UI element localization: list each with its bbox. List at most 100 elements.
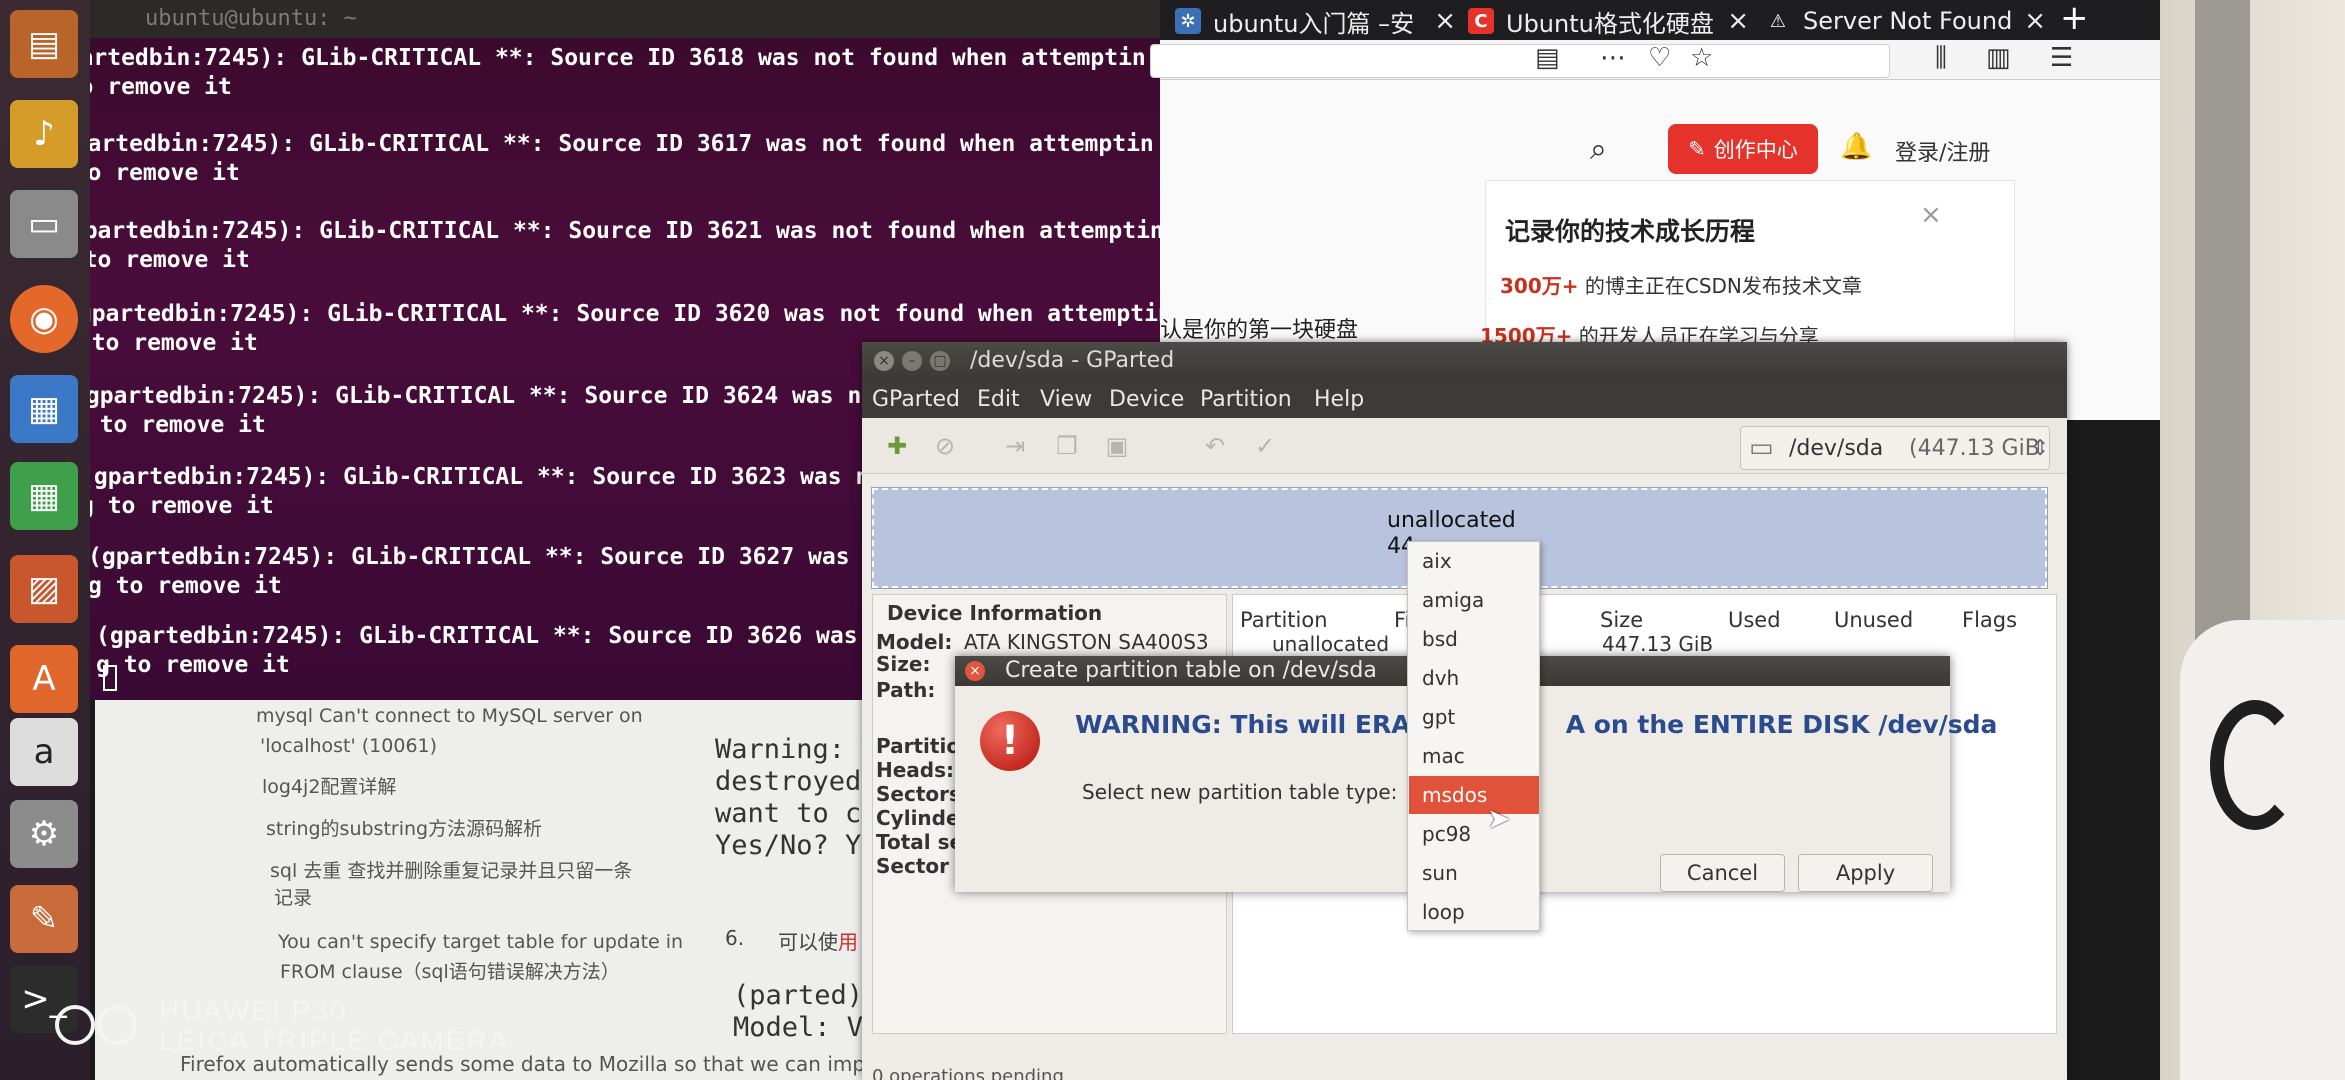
terminal-line: (gpartedbin:7245): GLib-CRITICAL **: Sou… xyxy=(56,218,1164,244)
table-row[interactable]: unallocated 447.13 GiB xyxy=(1242,630,2052,656)
settings-icon[interactable]: ⚙ xyxy=(10,800,78,868)
related-link[interactable]: log4j2配置详解 xyxy=(262,773,396,801)
option-dvh[interactable]: dvh xyxy=(1409,659,1539,697)
new-tab-button[interactable]: + xyxy=(2060,0,2089,38)
partition-label: Partitio xyxy=(876,734,961,758)
menu-view[interactable]: View xyxy=(1040,387,1092,412)
search-icon[interactable]: ⌕ xyxy=(1590,132,1607,167)
dialog-close-icon[interactable]: × xyxy=(965,661,985,681)
minimize-icon[interactable]: – xyxy=(902,351,922,371)
gparted-titlebar[interactable]: × – □ /dev/sda - GParted xyxy=(862,342,2067,380)
calc-icon[interactable]: ▦ xyxy=(10,462,78,530)
page-actions-icon[interactable]: ⋯ xyxy=(1600,43,1626,73)
related-link[interactable]: sql 去重 查找并删除重复记录并且只留一条 xyxy=(270,857,632,885)
maximize-icon[interactable]: □ xyxy=(930,351,950,371)
device-selector[interactable]: ▭ /dev/sda (447.13 GiB ⇕ xyxy=(1740,426,2050,470)
browser-tab[interactable]: C Ubuntu格式化硬盘 × xyxy=(1468,2,1753,40)
library-icon[interactable]: ⫼ xyxy=(1935,43,1947,74)
menu-gparted[interactable]: GParted xyxy=(872,387,960,412)
option-gpt[interactable]: gpt xyxy=(1409,698,1539,736)
panel-close-icon[interactable]: × xyxy=(1920,200,1942,230)
row-size: 447.13 GiB xyxy=(1602,632,1714,656)
copy-icon[interactable]: ❐ xyxy=(1052,432,1082,460)
related-link[interactable]: You can't specify target table for updat… xyxy=(278,928,683,956)
column-partition[interactable]: Partition xyxy=(1240,608,1328,632)
menu-partition[interactable]: Partition xyxy=(1200,387,1292,412)
delete-partition-icon[interactable]: ⊘ xyxy=(930,432,960,460)
tab-close-icon[interactable]: × xyxy=(1434,6,1456,36)
apply-button[interactable]: Apply xyxy=(1798,854,1933,892)
terminal-line: g to remove it xyxy=(64,330,258,356)
gparted-icon[interactable]: ✎ xyxy=(10,885,78,953)
login-register-link[interactable]: 登录/注册 xyxy=(1895,135,1990,167)
option-aix[interactable]: aix xyxy=(1409,542,1539,580)
option-pc98[interactable]: pc98 xyxy=(1409,815,1539,853)
resize-move-icon[interactable]: ⇥ xyxy=(1000,432,1030,460)
related-link[interactable]: mysql Can't connect to MySQL server on xyxy=(256,702,643,730)
tab-close-icon[interactable]: × xyxy=(2024,6,2046,36)
ring-left xyxy=(55,1005,95,1045)
browser-tab[interactable]: ✲ ubuntu入门篇 –安 × xyxy=(1175,2,1460,40)
column-flags[interactable]: Flags xyxy=(1962,608,2017,632)
drive-icon[interactable]: ▭ xyxy=(10,190,78,258)
paste-icon[interactable]: ▣ xyxy=(1102,432,1132,460)
related-link[interactable]: FROM clause（sql语句错误解决方法） xyxy=(280,958,620,986)
harddisk-icon: ▭ xyxy=(1749,433,1774,463)
partition-type-dropdown[interactable]: aix amiga bsd dvh gpt mac msdos pc98 sun… xyxy=(1407,541,1540,931)
stat-number: 300万+ xyxy=(1500,274,1579,298)
software-center-icon[interactable]: A xyxy=(10,645,78,713)
ring-right xyxy=(97,1005,137,1045)
firefox-icon[interactable]: ◉ xyxy=(10,285,78,353)
column-unused[interactable]: Unused xyxy=(1834,608,1913,632)
warning-text-end: A on the ENTIRE DISK /dev/sda xyxy=(1565,710,1998,739)
apply-icon[interactable]: ✓ xyxy=(1250,432,1280,460)
related-link[interactable]: string的substring方法源码解析 xyxy=(266,815,542,843)
files-icon[interactable]: ▤ xyxy=(10,10,78,78)
reader-view-icon[interactable]: ▤ xyxy=(1535,43,1560,73)
notification-bell-icon[interactable]: 🔔 xyxy=(1840,132,1872,162)
option-sun[interactable]: sun xyxy=(1409,854,1539,892)
impress-icon[interactable]: ▨ xyxy=(10,555,78,623)
option-bsd[interactable]: bsd xyxy=(1409,620,1539,658)
menu-device[interactable]: Device xyxy=(1109,387,1184,412)
browser-tab[interactable]: ⚠ Server Not Found × xyxy=(1765,2,2050,40)
gparted-title: /dev/sda - GParted xyxy=(970,348,1175,373)
menu-help[interactable]: Help xyxy=(1314,387,1364,412)
option-mac[interactable]: mac xyxy=(1409,737,1539,775)
related-link[interactable]: 'localhost' (10061) xyxy=(260,732,437,760)
menu-edit[interactable]: Edit xyxy=(977,387,1020,412)
column-used[interactable]: Used xyxy=(1728,608,1781,632)
cancel-button[interactable]: Cancel xyxy=(1660,854,1785,892)
terminal-titlebar[interactable]: ubuntu@ubuntu: ~ xyxy=(0,0,1160,38)
url-bar[interactable] xyxy=(1150,44,1890,78)
sectors-label: Sectors xyxy=(876,782,961,806)
terminal-title: ubuntu@ubuntu: ~ xyxy=(145,6,357,31)
terminal-line: (gpartedbin:7245): GLib-CRITICAL **: Sou… xyxy=(88,544,892,570)
select-type-label: Select new partition table type: xyxy=(1082,780,1398,804)
option-loop[interactable]: loop xyxy=(1409,893,1539,931)
menu-icon[interactable]: ☰ xyxy=(2050,43,2073,73)
step-number: 6. xyxy=(725,926,745,950)
rhythmbox-icon[interactable]: ♪ xyxy=(10,100,78,168)
option-msdos[interactable]: msdos xyxy=(1409,776,1539,814)
step-text-red: 用 xyxy=(838,930,858,954)
writer-icon[interactable]: ▦ xyxy=(10,375,78,443)
terminal-line: g to remove it xyxy=(88,573,282,599)
undo-icon[interactable]: ↶ xyxy=(1200,432,1230,460)
terminal-line: (gpartedbin:7245): GLib-CRITICAL **: Sou… xyxy=(46,131,1154,157)
device-size: (447.13 GiB xyxy=(1909,436,2040,461)
tab-close-icon[interactable]: × xyxy=(1727,6,1749,36)
close-icon[interactable]: × xyxy=(874,351,894,371)
pocket-icon[interactable]: ♡ xyxy=(1648,43,1671,73)
related-link[interactable]: 记录 xyxy=(274,884,312,912)
heads-label: Heads: xyxy=(876,758,955,782)
terminal-line: g to remove it xyxy=(96,652,290,678)
sidebar-icon[interactable]: ▥ xyxy=(1986,43,2011,73)
amazon-icon[interactable]: a xyxy=(10,718,78,786)
create-center-button[interactable]: ✎ 创作中心 xyxy=(1668,124,1818,174)
column-size[interactable]: Size xyxy=(1600,608,1643,632)
new-partition-icon[interactable]: ✚ xyxy=(882,432,912,460)
monitor-stand xyxy=(2195,0,2250,720)
bookmark-star-icon[interactable]: ☆ xyxy=(1690,43,1713,73)
option-amiga[interactable]: amiga xyxy=(1409,581,1539,619)
